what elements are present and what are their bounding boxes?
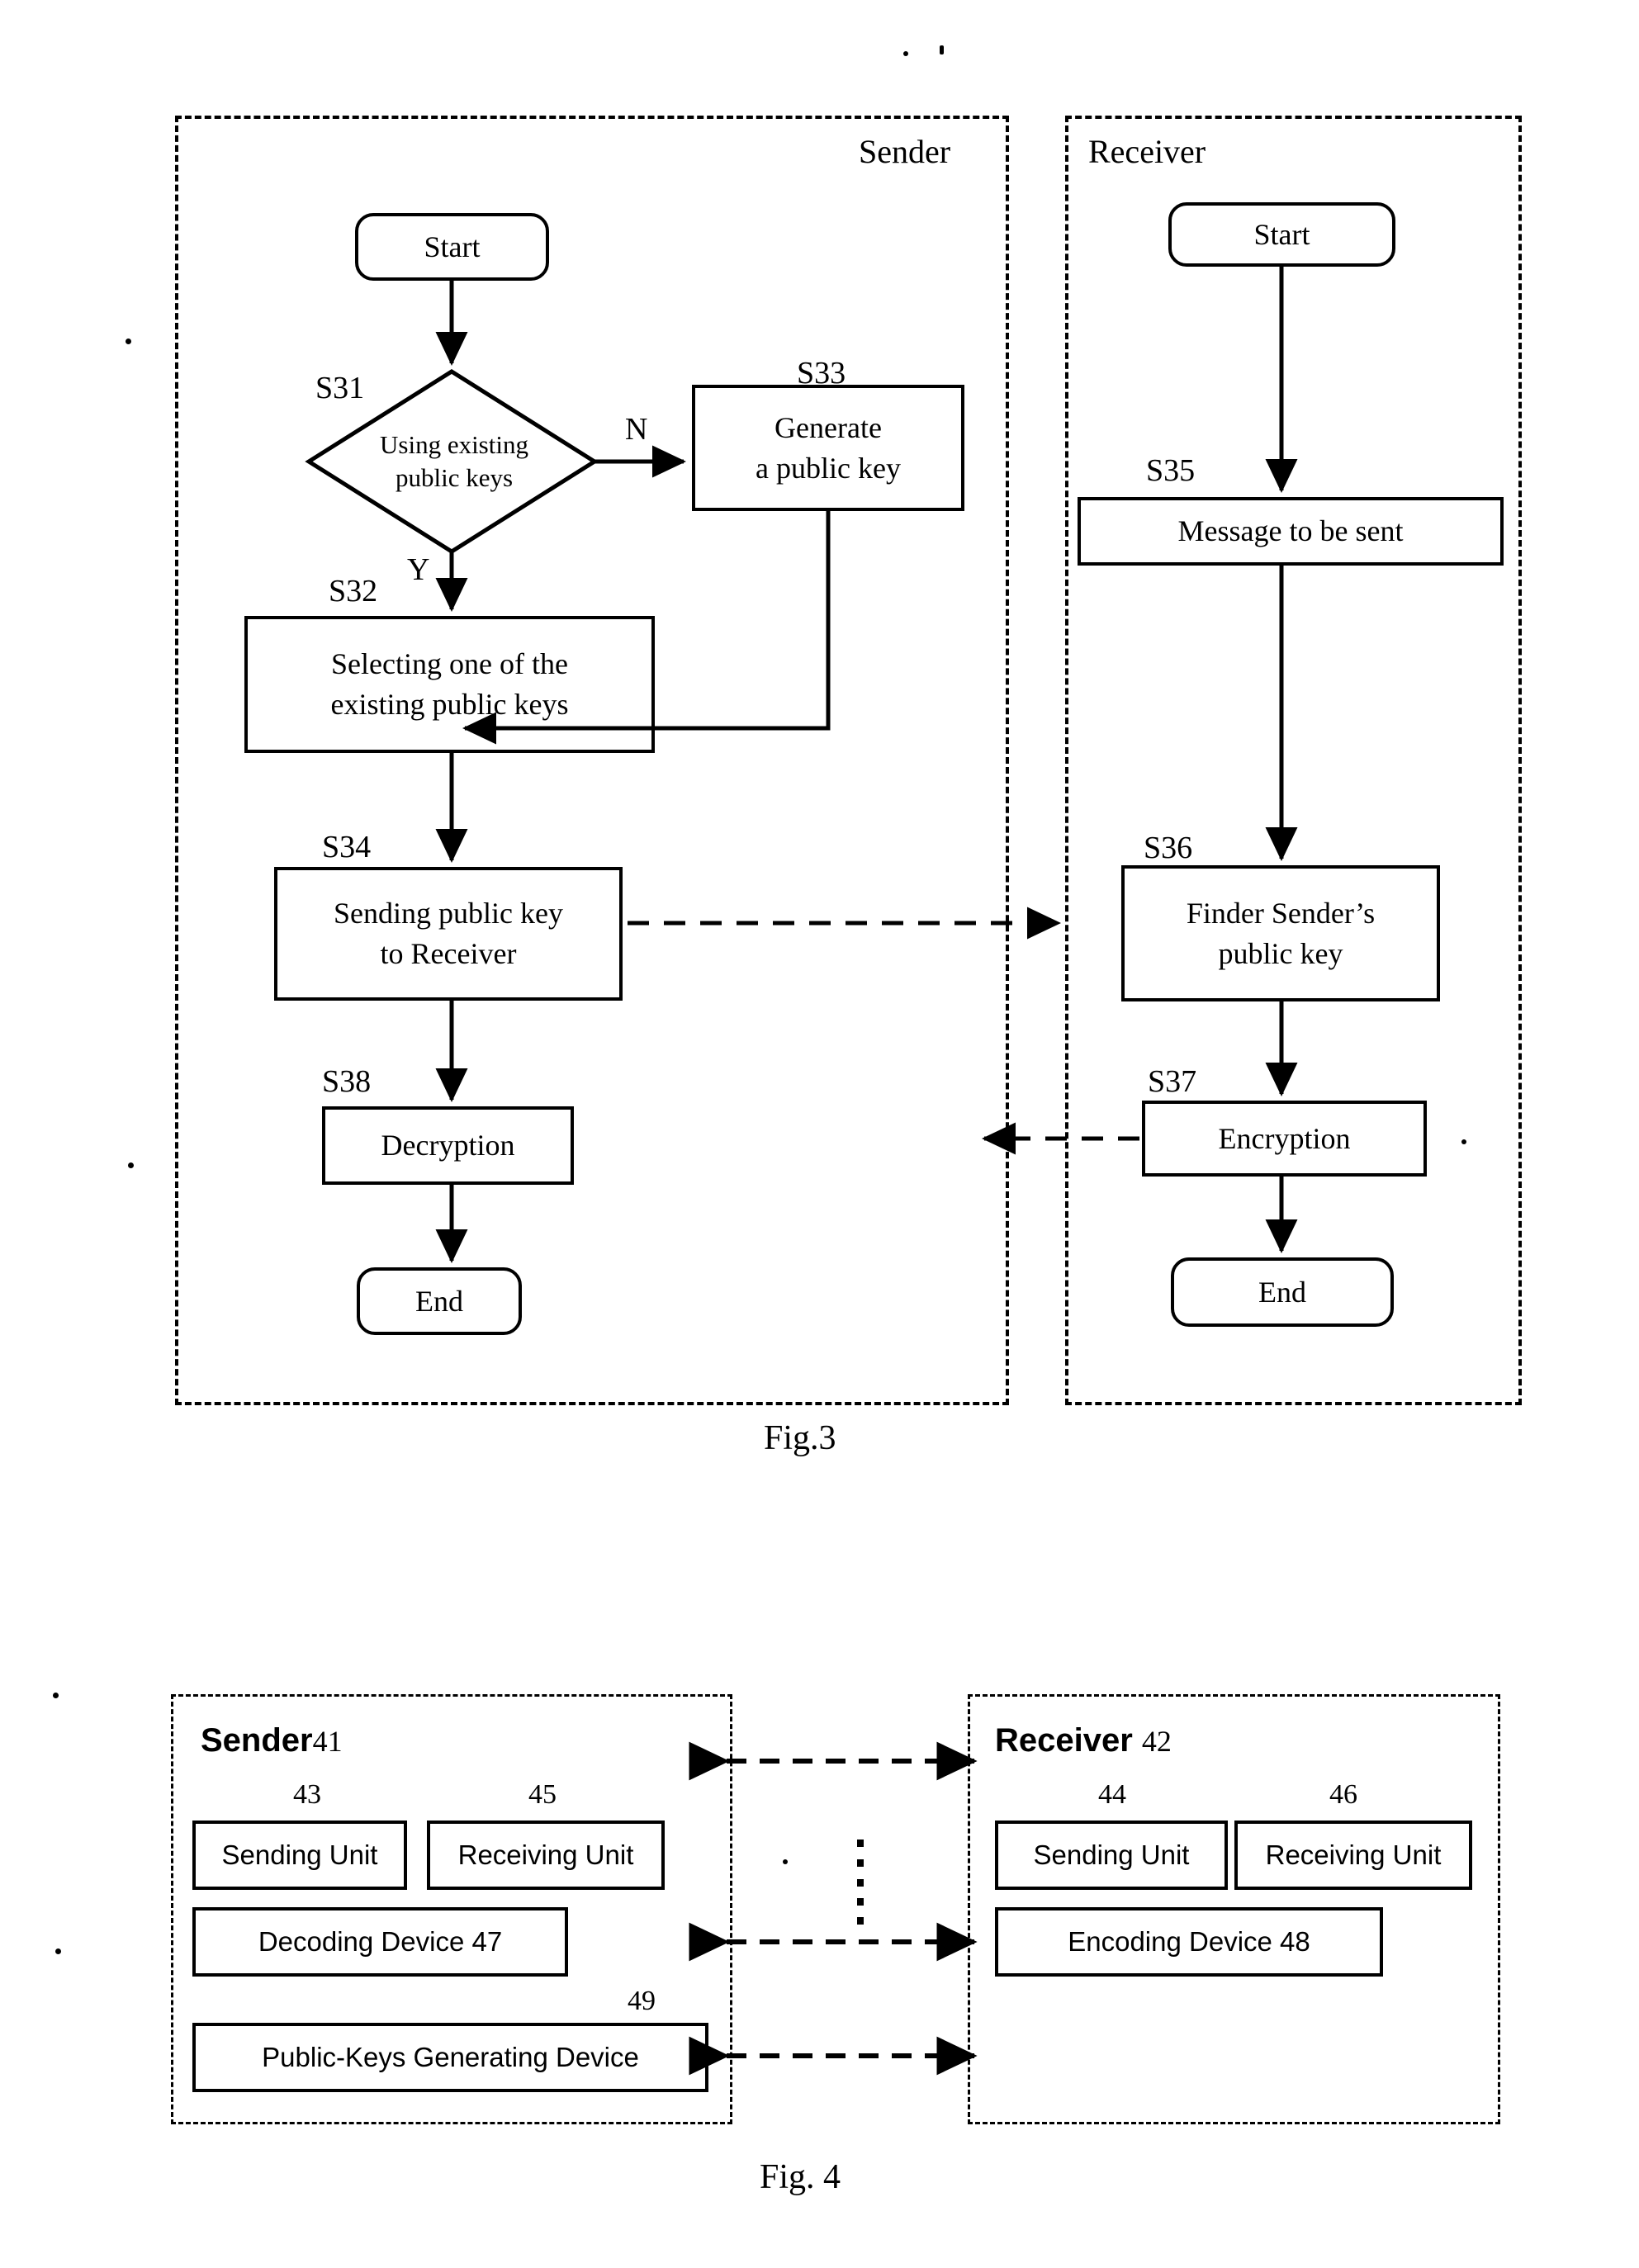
scan-speck: [128, 1162, 134, 1168]
fig4-sender-receiving-unit: Receiving Unit: [427, 1821, 665, 1890]
fig3-receiver-start-label: Start: [1253, 218, 1310, 251]
fig3-step-label-s35: S35: [1146, 453, 1196, 488]
scan-speck: [55, 1948, 61, 1954]
fig4-sender-title: Sender41: [201, 1722, 343, 1759]
fig4-sender-sending-unit-label: Sending Unit: [221, 1839, 378, 1870]
fig3-receiver-end-node: End: [1171, 1257, 1394, 1327]
fig3-sender-end-label: End: [415, 1285, 463, 1318]
fig3-step-label-s36: S36: [1144, 831, 1193, 865]
fig4-receiver-receiving-unit-label: Receiving Unit: [1265, 1839, 1442, 1870]
fig4-sender-public-keys-generating-device-label: Public-Keys Generating Device: [262, 2042, 639, 2072]
fig3-node-s32: Selecting one of the existing public key…: [244, 616, 655, 753]
fig4-sender-receiving-unit-label: Receiving Unit: [457, 1839, 634, 1870]
scan-speck: [903, 51, 908, 56]
fig3-sender-start-node: Start: [355, 213, 549, 281]
fig4-receiver-title-number: 42: [1141, 1725, 1172, 1758]
fig3-node-s38: Decryption: [322, 1106, 574, 1185]
fig4-receiver-receiving-unit: Receiving Unit: [1234, 1821, 1472, 1890]
fig3-node-s34: Sending public key to Receiver: [274, 867, 623, 1001]
fig3-step-label-s38: S38: [322, 1064, 372, 1099]
fig4-sender-unit-1-number: 45: [528, 1779, 557, 1810]
fig4-sender-decoding-device-label: Decoding Device 47: [258, 1926, 503, 1957]
fig4-sender-pubkey-device-number: 49: [628, 1986, 656, 2016]
fig3-node-s37-label: Encryption: [1218, 1121, 1351, 1155]
fig4-receiver-unit-1-number: 46: [1329, 1779, 1357, 1810]
fig3-node-s34-line2: to Receiver: [380, 937, 517, 970]
fig4-sender-title-label: Sender: [201, 1722, 313, 1759]
fig4-sender-title-number: 41: [312, 1725, 343, 1758]
fig3-node-s33-line2: a public key: [756, 451, 901, 485]
scan-speck: [783, 1859, 788, 1864]
fig4-receiver-title: Receiver 42: [995, 1722, 1172, 1759]
fig4-sender-sending-unit: Sending Unit: [192, 1821, 407, 1890]
fig4-receiver-sending-unit-label: Sending Unit: [1033, 1839, 1190, 1870]
fig3-receiver-lane-title: Receiver: [1088, 133, 1206, 170]
fig3-branch-label-no: N: [625, 412, 648, 447]
fig3-node-s38-label: Decryption: [381, 1129, 515, 1162]
fig4-sender-decoding-device: Decoding Device 47: [192, 1907, 568, 1977]
fig3-node-s36: Finder Sender’s public key: [1121, 865, 1440, 1001]
fig4-caption: Fig. 4: [760, 2158, 841, 2196]
fig3-decision-s31-text: Using existing public keys: [314, 424, 594, 500]
fig3-node-s33-line1: Generate: [774, 410, 882, 444]
scan-speck: [53, 1693, 59, 1698]
fig3-node-s35: Message to be sent: [1078, 497, 1504, 566]
fig4-receiver-title-label: Receiver: [995, 1722, 1133, 1759]
fig3-step-label-s34: S34: [322, 830, 372, 864]
fig4-receiver-unit-0-number: 44: [1098, 1779, 1126, 1810]
fig3-sender-lane-title: Sender: [859, 133, 951, 170]
fig4-receiver-sending-unit: Sending Unit: [995, 1821, 1228, 1890]
fig3-receiver-start-node: Start: [1168, 202, 1395, 267]
fig3-sender-end-node: End: [357, 1267, 522, 1335]
fig3-sender-start-label: Start: [424, 230, 481, 263]
fig3-node-s36-line2: public key: [1218, 936, 1343, 970]
fig3-receiver-lane-panel: [1065, 116, 1522, 1405]
scan-speck: [126, 339, 131, 344]
fig3-step-label-s37: S37: [1148, 1064, 1197, 1099]
fig3-branch-label-yes: Y: [407, 552, 430, 587]
fig4-sender-public-keys-generating-device: Public-Keys Generating Device: [192, 2023, 708, 2092]
fig4-vertical-ellipsis: [857, 1839, 864, 1925]
fig3-decision-s31-line1: Using existing: [380, 430, 528, 460]
scan-speck: [940, 45, 944, 54]
fig3-step-label-s32: S32: [329, 574, 378, 608]
fig3-sender-lane-panel: [175, 116, 1009, 1405]
fig3-node-s34-line1: Sending public key: [334, 897, 563, 930]
fig3-node-s35-label: Message to be sent: [1177, 514, 1404, 548]
fig3-node-s36-line1: Finder Sender’s: [1186, 896, 1376, 930]
fig3-node-s33: Generate a public key: [692, 385, 964, 511]
fig3-step-label-s31: S31: [315, 371, 365, 405]
fig3-node-s32-line1: Selecting one of the: [331, 647, 568, 681]
fig4-receiver-encoding-device-label: Encoding Device 48: [1068, 1926, 1310, 1957]
fig4-sender-unit-0-number: 43: [293, 1779, 321, 1810]
fig3-caption: Fig.3: [764, 1419, 836, 1457]
fig3-node-s32-line2: existing public keys: [330, 688, 569, 721]
fig3-node-s37: Encryption: [1142, 1101, 1427, 1177]
fig3-receiver-end-label: End: [1258, 1276, 1306, 1309]
scan-speck: [1461, 1139, 1466, 1144]
fig3-decision-s31-line2: public keys: [395, 463, 514, 492]
fig4-receiver-encoding-device: Encoding Device 48: [995, 1907, 1383, 1977]
